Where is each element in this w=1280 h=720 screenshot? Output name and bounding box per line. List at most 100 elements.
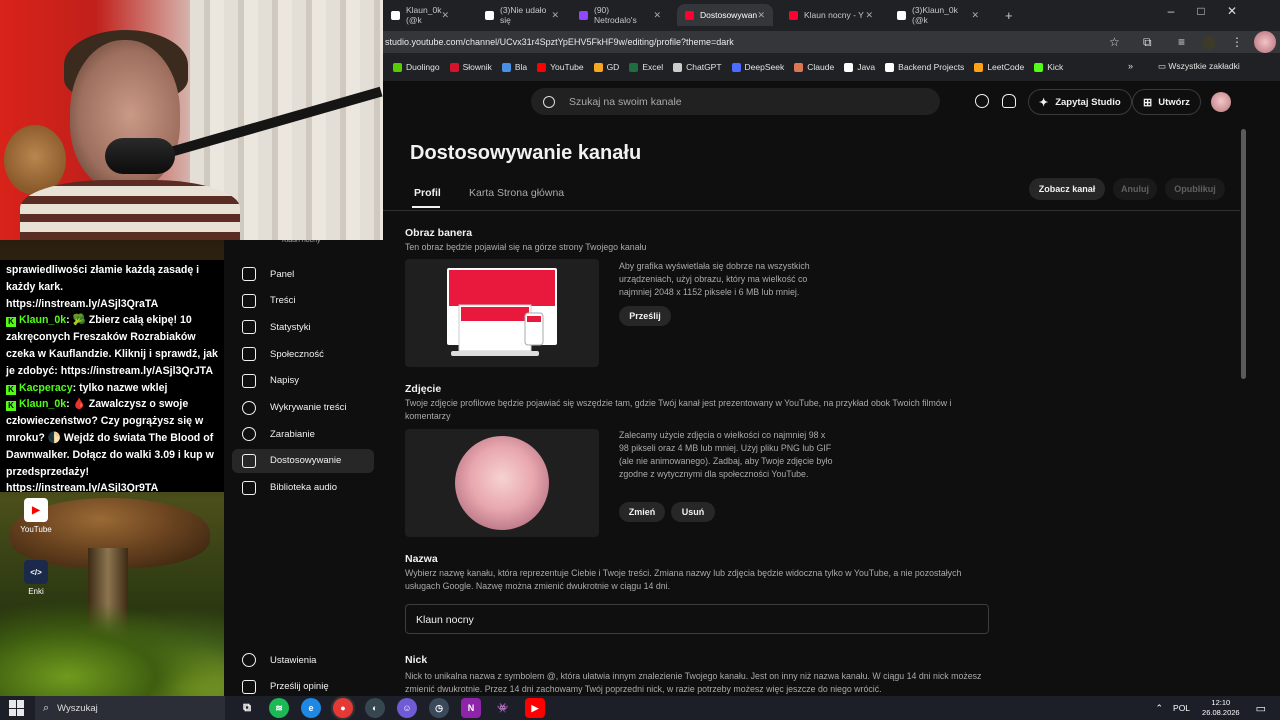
bookmark-label: LeetCode xyxy=(987,62,1025,72)
browser-profile-avatar[interactable] xyxy=(1254,31,1276,53)
folder-icon: ▭ xyxy=(1158,61,1169,71)
chat-username[interactable]: Klaun_0k xyxy=(19,314,66,326)
edge-icon[interactable]: e xyxy=(301,698,321,718)
sidebar-item-content[interactable]: Treści xyxy=(232,289,374,313)
help-icon[interactable] xyxy=(975,94,989,108)
channel-search[interactable]: Szukaj na swoim kanale xyxy=(531,88,940,115)
browser-tab[interactable]: (90) Netrodalo's ✕ xyxy=(571,4,669,26)
tab-profile[interactable]: Profil xyxy=(414,187,441,199)
close-icon[interactable]: ✕ xyxy=(1221,4,1243,18)
bookmark-item[interactable]: Kick xyxy=(1034,62,1063,72)
sidebar-item-copyright[interactable]: Wykrywanie treści xyxy=(232,396,374,420)
chat-username[interactable]: Klaun_0k xyxy=(19,398,66,410)
browser-tab[interactable]: Dostosowywan ✕ xyxy=(677,4,773,26)
close-icon[interactable]: ✕ xyxy=(551,10,559,21)
maximize-icon[interactable]: □ xyxy=(1190,4,1212,18)
bell-icon[interactable] xyxy=(1002,94,1016,108)
remove-photo-button[interactable]: Usuń xyxy=(671,502,715,522)
sidebar-item-label: Ustawienia xyxy=(270,654,317,666)
sidebar-item-settings[interactable]: Ustawienia xyxy=(232,648,374,672)
browser-tab[interactable]: Klaun_0k (@k ✕ xyxy=(383,4,455,26)
search-input[interactable]: Szukaj na swoim kanale xyxy=(569,96,682,108)
browser-tab[interactable]: (3)Klaun_0k (@k ✕ xyxy=(889,4,987,26)
avatar[interactable] xyxy=(1211,92,1231,112)
youtube-taskbar-icon[interactable]: ▶ xyxy=(525,698,545,718)
task-view-icon[interactable]: ⧉ xyxy=(237,698,257,718)
bookmark-item[interactable]: Słownik xyxy=(449,62,492,72)
photo-info: Zalecamy użycie zdjęcia o wielkości co n… xyxy=(619,430,833,479)
upload-banner-button[interactable]: Prześlij xyxy=(619,306,671,326)
bookmark-item[interactable]: DeepSeek xyxy=(731,62,784,72)
url-text[interactable]: studio.youtube.com/channel/UCvx31r4SpztY… xyxy=(385,37,734,47)
menu-icon[interactable]: ⋮ xyxy=(1231,35,1243,49)
sidebar-item-earn[interactable]: Zarabianie xyxy=(232,422,374,446)
bookmark-item[interactable]: Backend Projects xyxy=(885,62,964,72)
bookmark-item[interactable]: Bla xyxy=(501,62,527,72)
bookmark-item[interactable]: GD xyxy=(593,62,619,72)
sidebar-item-dashboard[interactable]: Panel xyxy=(232,262,374,286)
notification-icon[interactable]: ▭ xyxy=(1256,702,1266,715)
onenote-icon[interactable]: N xyxy=(461,698,481,718)
tab-home[interactable]: Karta Strona główna xyxy=(469,187,564,199)
minimize-icon[interactable]: – xyxy=(1160,4,1182,18)
bookmark-label: YouTube xyxy=(550,62,584,72)
spotify-icon[interactable]: ≋ xyxy=(269,698,289,718)
new-tab-button[interactable]: + xyxy=(997,4,1021,26)
browser-tab[interactable]: Klaun nocny - Y ✕ xyxy=(781,4,881,26)
sidebar-item-customization[interactable]: Dostosowywanie xyxy=(232,448,374,473)
alien-app-icon[interactable]: 👾 xyxy=(493,698,513,718)
sidebar-item-audio-library[interactable]: Biblioteka audio xyxy=(232,476,374,500)
bookmark-favicon-icon xyxy=(844,62,854,72)
clock-app-icon[interactable]: ◷ xyxy=(429,698,449,718)
bookmark-item[interactable]: Duolingo xyxy=(393,62,440,72)
publish-button[interactable]: Opublikuj xyxy=(1165,178,1225,200)
close-icon[interactable]: ✕ xyxy=(441,10,449,21)
obs-icon[interactable]: ◐ xyxy=(365,698,385,718)
studio-main: Szukaj na swoim kanale ✦ Zapytaj Studio … xyxy=(383,81,1240,696)
profile-photo xyxy=(455,436,549,530)
chevron-right-icon[interactable]: » xyxy=(1128,61,1133,71)
chevron-up-icon[interactable]: ⌃ xyxy=(1155,703,1163,714)
all-bookmarks[interactable]: ▭ Wszystkie zakładki xyxy=(1158,61,1240,72)
extensions-icon[interactable]: ⧉ xyxy=(1143,35,1152,50)
taskbar-search[interactable]: ⌕ Wyszukaj xyxy=(35,696,225,720)
sidebar-item-analytics[interactable]: Statystyki xyxy=(232,315,374,339)
close-icon[interactable]: ✕ xyxy=(971,10,979,21)
address-bar[interactable]: studio.youtube.com/channel/UCvx31r4SpztY… xyxy=(383,31,1280,53)
clock[interactable]: 12:10 26.08.2026 xyxy=(1202,698,1240,718)
close-icon[interactable]: ✕ xyxy=(865,10,873,21)
view-channel-button[interactable]: Zobacz kanał xyxy=(1029,178,1105,200)
scrollbar[interactable] xyxy=(1241,129,1246,379)
divider xyxy=(383,210,1240,211)
sidebar-item-community[interactable]: Społeczność xyxy=(232,342,374,366)
bookmark-label: ChatGPT xyxy=(686,62,722,72)
profile-icon[interactable] xyxy=(1202,36,1216,50)
desktop-icon-enki[interactable]: </> Enki xyxy=(12,560,60,596)
channel-name-field[interactable]: Klaun nocny xyxy=(405,604,989,634)
star-icon[interactable]: ☆ xyxy=(1109,35,1120,49)
content-icon xyxy=(242,293,256,308)
media-icon[interactable]: ≡ xyxy=(1178,35,1185,49)
desktop-icon-youtube[interactable]: ▶ YouTube xyxy=(12,498,60,534)
bookmark-item[interactable]: Excel xyxy=(629,62,663,72)
bookmark-item[interactable]: LeetCode xyxy=(974,62,1024,72)
browser-tab[interactable]: (3)Nie udało się ✕ xyxy=(477,4,567,26)
cancel-button[interactable]: Anuluj xyxy=(1113,178,1157,200)
sidebar-item-subtitles[interactable]: Napisy xyxy=(232,369,374,393)
bookmark-item[interactable]: Java xyxy=(844,62,875,72)
close-icon[interactable]: ✕ xyxy=(757,10,765,21)
discord-icon[interactable]: ☺ xyxy=(397,698,417,718)
chat-username[interactable]: Kacperacy xyxy=(19,382,73,394)
close-icon[interactable]: ✕ xyxy=(653,10,661,21)
chrome-icon[interactable]: ● xyxy=(333,698,353,718)
bookmark-item[interactable]: ChatGPT xyxy=(673,62,722,72)
bookmark-item[interactable]: Claude xyxy=(794,62,834,72)
ask-studio-button[interactable]: ✦ Zapytaj Studio xyxy=(1028,89,1132,115)
bookmark-item[interactable]: YouTube xyxy=(537,62,584,72)
windows-start-icon[interactable] xyxy=(9,700,25,716)
nick-desc: Nick to unikalna nazwa z symbolem @, któ… xyxy=(405,671,982,694)
change-photo-button[interactable]: Zmień xyxy=(619,502,665,522)
language-indicator[interactable]: POL xyxy=(1173,703,1190,713)
create-button[interactable]: ⊞ Utwórz xyxy=(1132,89,1201,115)
chat-message: K Klaun_0k: 🥦 Zbierz całą ekipę! 10 zakrę… xyxy=(6,314,218,377)
